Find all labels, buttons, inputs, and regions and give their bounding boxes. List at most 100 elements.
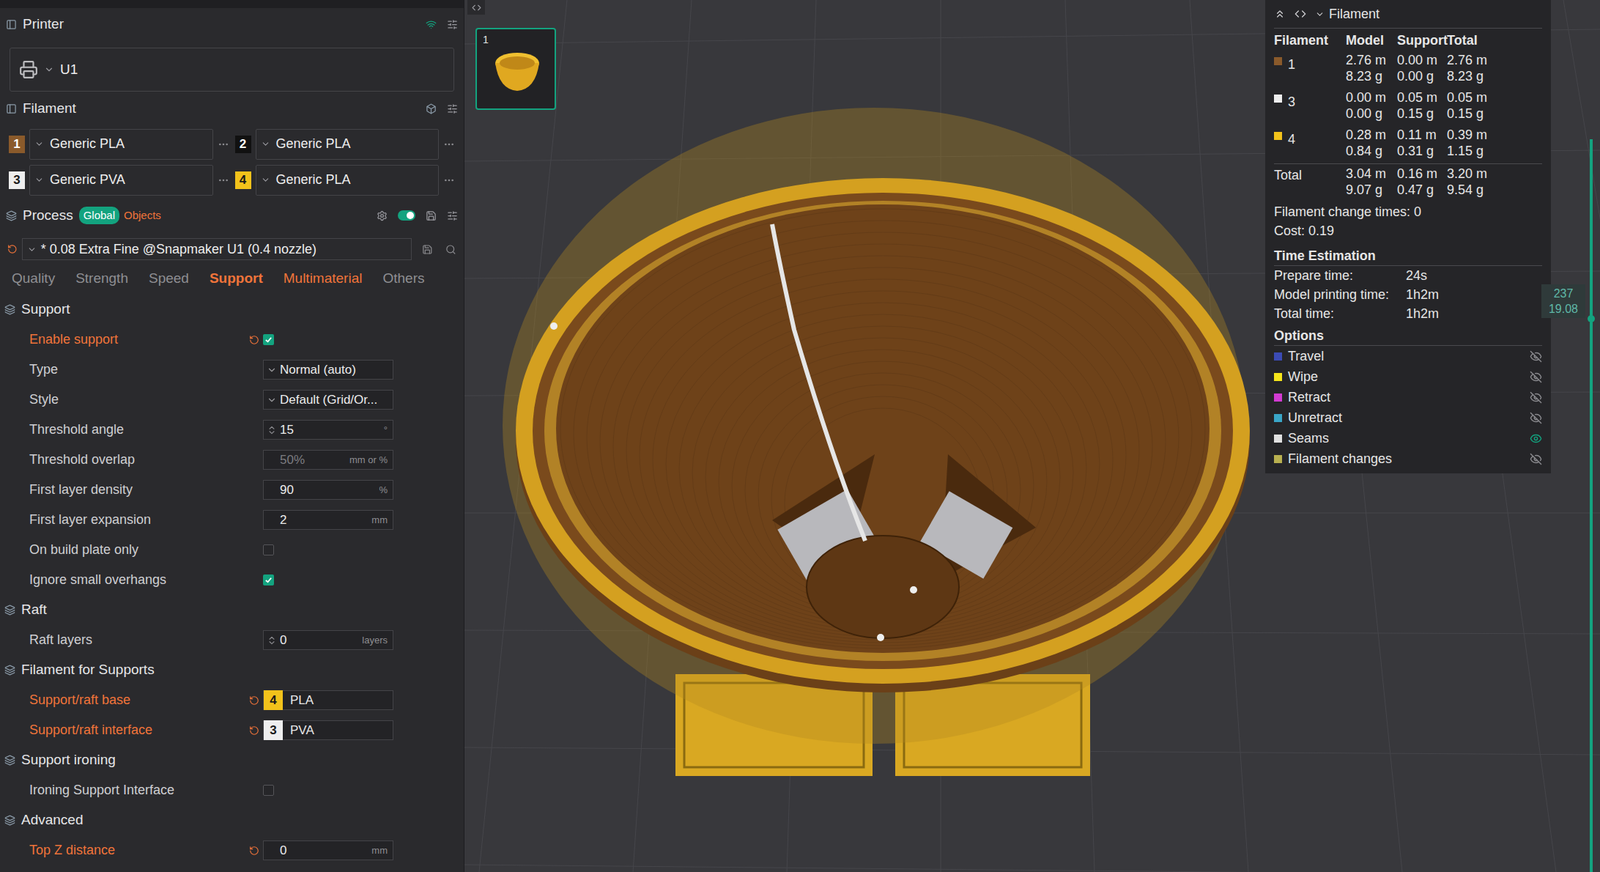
setting-row: Enable support bbox=[0, 324, 464, 355]
section-header: Advanced bbox=[0, 805, 464, 836]
filament-sync-icon[interactable] bbox=[425, 103, 437, 115]
collapse-icon[interactable] bbox=[1273, 8, 1286, 20]
settings-icon[interactable] bbox=[446, 210, 458, 222]
tab[interactable]: Multimaterial bbox=[283, 268, 363, 290]
chevron-down-icon bbox=[260, 139, 271, 149]
option-row[interactable]: Seams bbox=[1273, 427, 1543, 449]
color-swatch bbox=[1273, 57, 1283, 66]
layer-slider[interactable] bbox=[1589, 139, 1593, 872]
plate-thumbnail[interactable]: 1 bbox=[475, 27, 557, 110]
tab[interactable]: Speed bbox=[148, 268, 190, 290]
input-field[interactable]: 90% bbox=[263, 479, 394, 500]
reset-icon[interactable] bbox=[7, 243, 18, 255]
checkbox[interactable] bbox=[263, 334, 274, 346]
compare-icon[interactable] bbox=[425, 210, 437, 222]
bowl-inner bbox=[556, 204, 1210, 653]
reset-icon[interactable] bbox=[249, 845, 260, 856]
color-swatch bbox=[1273, 393, 1283, 402]
setting-row: Threshold angle 15° bbox=[0, 414, 464, 445]
input-field[interactable]: 0mm bbox=[263, 840, 394, 861]
option-row[interactable]: Wipe bbox=[1273, 366, 1543, 387]
option-row[interactable]: Retract bbox=[1273, 386, 1543, 408]
section-header: Support ironing bbox=[0, 745, 464, 776]
panel-header: Printer bbox=[0, 8, 464, 41]
color-swatch bbox=[1273, 454, 1283, 464]
filament-slot[interactable]: 4Generic PLA bbox=[235, 161, 456, 198]
wifi-icon[interactable] bbox=[425, 19, 437, 31]
more-icon[interactable] bbox=[443, 138, 455, 151]
printer-select[interactable]: U1 bbox=[9, 47, 455, 92]
eye-off-icon[interactable] bbox=[1529, 411, 1543, 425]
option-row[interactable]: Filament changes bbox=[1273, 448, 1543, 469]
more-icon[interactable] bbox=[217, 138, 230, 151]
process-preset-select[interactable]: * 0.08 Extra Fine @Snapmaker U1 (0.4 noz… bbox=[21, 238, 412, 261]
section-icon bbox=[4, 664, 16, 676]
option-row[interactable]: Travel bbox=[1273, 345, 1543, 367]
settings-section: SupportEnable supportTypeNormal (auto)St… bbox=[0, 294, 464, 595]
eye-off-icon[interactable] bbox=[1529, 452, 1543, 466]
input-field[interactable]: 15° bbox=[263, 419, 394, 440]
setting-label: Style bbox=[0, 389, 250, 410]
setting-row: On build plate only bbox=[0, 534, 464, 565]
settings-section: Filament for SupportsSupport/raft base4P… bbox=[0, 654, 464, 746]
select-field[interactable]: Default (Grid/Or... bbox=[263, 389, 394, 410]
layer-label: 23719.08 bbox=[1541, 284, 1586, 318]
color-swatch bbox=[1273, 434, 1283, 443]
section-icon bbox=[4, 814, 16, 826]
checkbox[interactable] bbox=[263, 544, 274, 556]
filament-slot[interactable]: 3Generic PVA bbox=[8, 161, 230, 198]
setting-label: Type bbox=[0, 359, 250, 380]
more-icon[interactable] bbox=[443, 174, 455, 187]
tab[interactable]: Support bbox=[209, 268, 264, 290]
tab[interactable]: Strength bbox=[75, 268, 129, 290]
input-field[interactable]: 2mm bbox=[263, 509, 394, 530]
option-row[interactable]: Unretract bbox=[1273, 407, 1543, 428]
scope-toggle[interactable]: Global bbox=[79, 206, 120, 225]
gear-icon[interactable] bbox=[376, 210, 388, 222]
eye-off-icon[interactable] bbox=[1529, 391, 1543, 404]
color-swatch bbox=[1273, 413, 1283, 422]
setting-label: Support/raft base bbox=[0, 690, 250, 710]
eye-icon[interactable] bbox=[1529, 432, 1543, 445]
save-icon[interactable] bbox=[421, 243, 433, 255]
setting-row: Raft layers0layers bbox=[0, 624, 464, 655]
eye-off-icon[interactable] bbox=[1529, 350, 1543, 363]
more-icon[interactable] bbox=[217, 174, 230, 187]
slider-handle[interactable] bbox=[1587, 315, 1595, 323]
view-type-select[interactable]: Filament bbox=[1315, 4, 1543, 25]
settings-icon[interactable] bbox=[446, 19, 458, 31]
reset-icon[interactable] bbox=[249, 695, 260, 706]
process-icon bbox=[5, 210, 17, 222]
advanced-toggle[interactable] bbox=[397, 210, 416, 221]
settings-icon[interactable] bbox=[446, 103, 458, 115]
setting-row: First layer expansion2mm bbox=[0, 504, 464, 535]
tab[interactable]: Quality bbox=[11, 268, 55, 290]
search-icon[interactable] bbox=[445, 243, 457, 255]
filament-select[interactable]: 4PLA bbox=[263, 690, 394, 710]
bowl-rim bbox=[515, 178, 1250, 684]
reset-icon[interactable] bbox=[249, 725, 260, 736]
settings-panel: PrinterU1Filament1Generic PLA2Generic PL… bbox=[0, 0, 465, 872]
checkbox[interactable] bbox=[263, 784, 274, 796]
tab[interactable]: Others bbox=[382, 268, 425, 290]
printer-icon bbox=[19, 60, 39, 80]
eye-off-icon[interactable] bbox=[1529, 370, 1543, 384]
check-icon bbox=[264, 575, 273, 584]
select-field[interactable]: Normal (auto) bbox=[263, 359, 394, 380]
setting-label: Ironing Support Interface bbox=[0, 780, 250, 800]
input-field[interactable]: 0layers bbox=[263, 630, 394, 650]
reset-icon[interactable] bbox=[249, 334, 260, 346]
scope-toggle[interactable]: Objects bbox=[119, 206, 166, 225]
check-icon bbox=[264, 335, 273, 344]
viewport[interactable]: 1FilamentFilamentModelSupportTotal12.76 … bbox=[464, 0, 1600, 872]
column-header: Model bbox=[1345, 30, 1398, 52]
collapse-button[interactable] bbox=[467, 0, 485, 15]
filament-slot[interactable]: 2Generic PLA bbox=[235, 126, 456, 162]
setting-label: Threshold angle bbox=[0, 419, 250, 440]
filament-select[interactable]: 3PVA bbox=[263, 720, 394, 740]
filament-cell: 4 bbox=[1273, 126, 1346, 164]
checkbox[interactable] bbox=[263, 574, 274, 586]
code-icon[interactable] bbox=[1294, 8, 1307, 20]
filament-slot[interactable]: 1Generic PLA bbox=[8, 126, 230, 162]
chevron-down-icon bbox=[43, 64, 55, 75]
